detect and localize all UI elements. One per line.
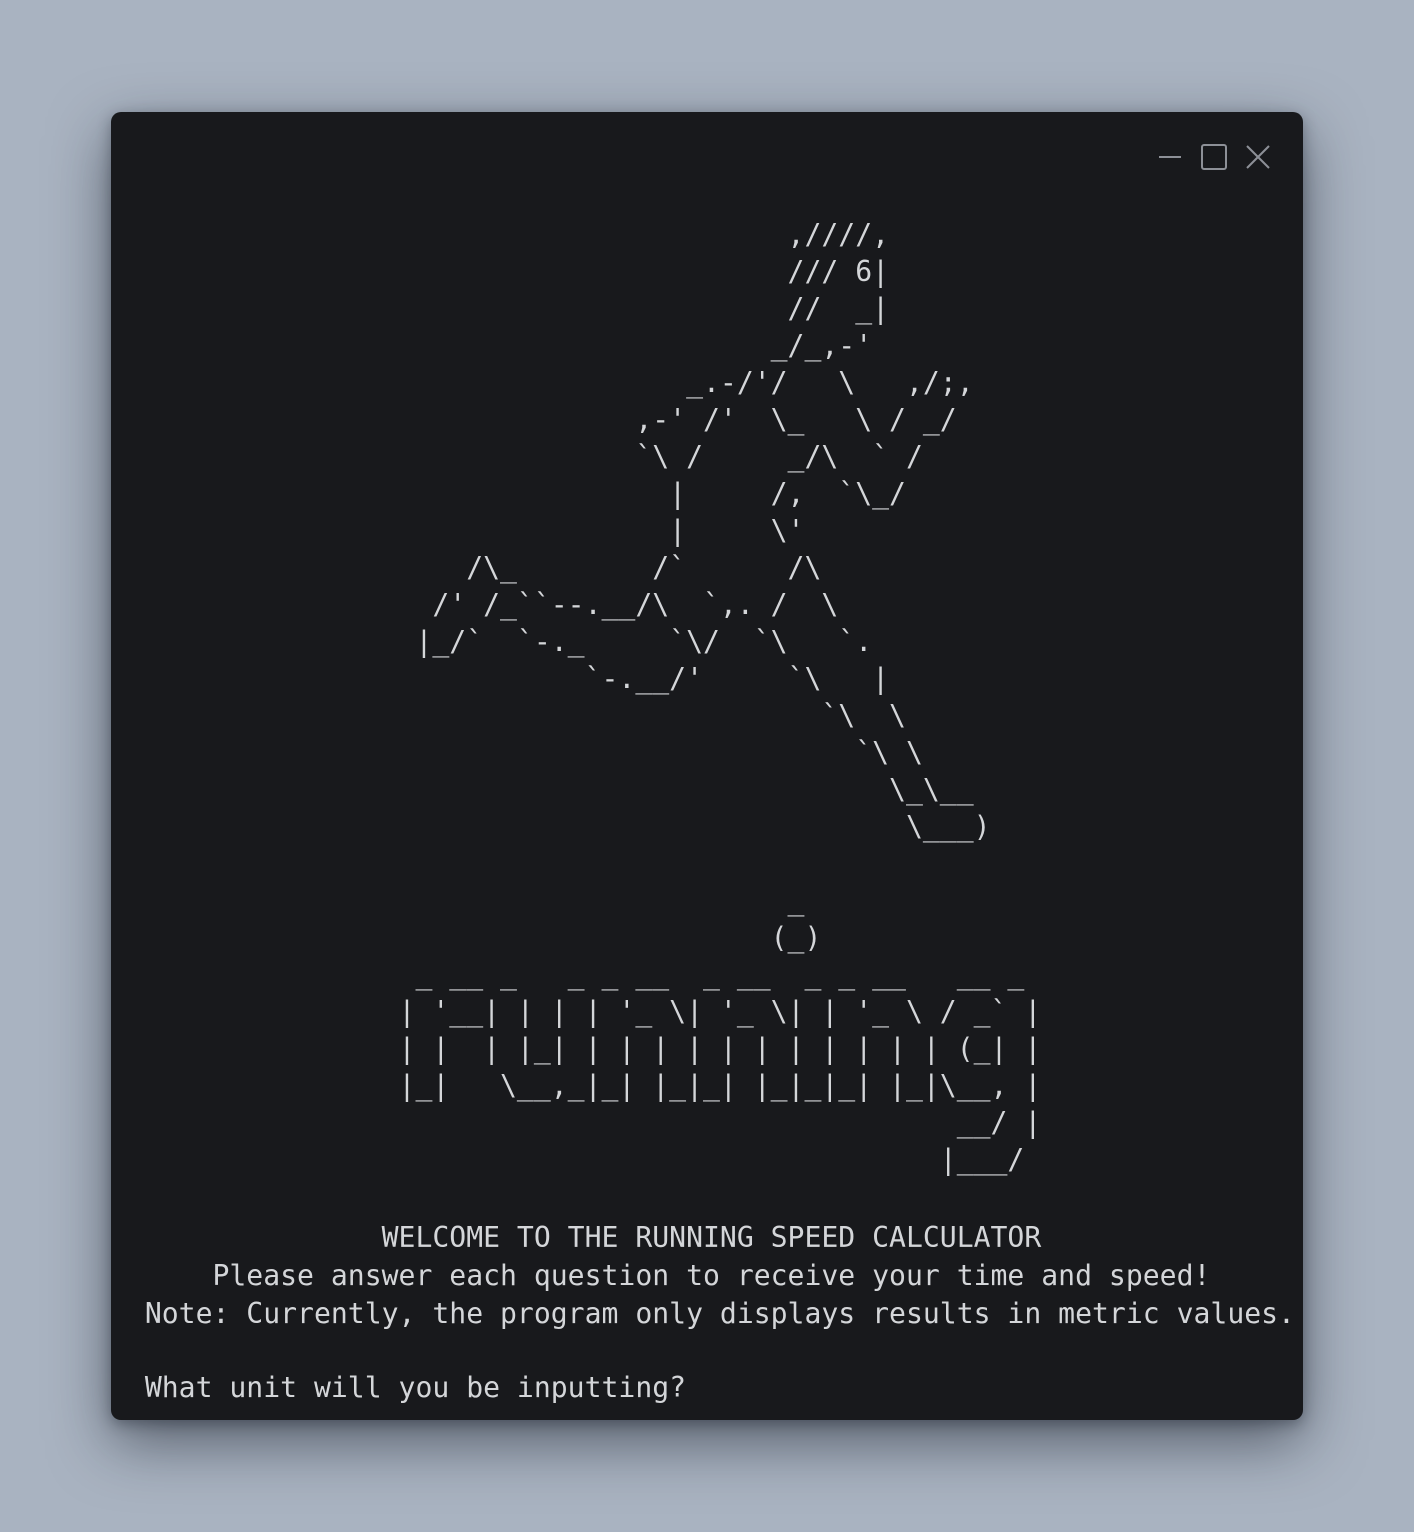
ascii-runner-line: /// 6| xyxy=(111,255,890,288)
ascii-runner-line: `\ / _/\ ` / xyxy=(111,440,923,473)
close-button[interactable] xyxy=(1243,142,1273,172)
instructions-text: Please answer each question to receive y… xyxy=(111,1259,1211,1292)
unit-prompt[interactable]: What unit will you be inputting? xyxy=(111,1369,686,1406)
window-controls xyxy=(1155,142,1273,172)
ascii-banner-line: | | | |_| | | | | | | | | | | | (_| | xyxy=(111,1032,1042,1065)
ascii-runner-line: _/_,-' xyxy=(111,329,873,362)
ascii-runner-line: \_\__ xyxy=(111,773,974,806)
ascii-runner-line: _.-/'/ \ ,/;, xyxy=(111,366,974,399)
welcome-heading: WELCOME TO THE RUNNING SPEED CALCULATOR xyxy=(111,1221,1042,1254)
note-text: Note: Currently, the program only displa… xyxy=(111,1297,1295,1330)
ascii-banner-line: (_) xyxy=(111,921,822,954)
ascii-runner-line: /' /_``--.__/\ `,. / \ xyxy=(111,588,839,621)
ascii-banner-line: _ __ _ _ _ __ _ __ _ _ __ __ _ xyxy=(111,958,1025,991)
minimize-icon xyxy=(1159,156,1181,158)
ascii-banner-line: |___/ xyxy=(111,1143,1025,1176)
close-icon xyxy=(1246,145,1270,169)
ascii-runner-line: `\ \ xyxy=(111,699,906,732)
ascii-runner-line: `\ \ xyxy=(111,736,923,769)
ascii-runner-line: `-.__/' `\ | xyxy=(111,662,890,695)
ascii-runner-line: | \' xyxy=(111,514,805,547)
ascii-runner-line: |_/` `-._ `\/ `\ `. xyxy=(111,625,873,658)
maximize-button[interactable] xyxy=(1199,142,1229,172)
terminal-window: ,////, /// 6| // _| _/_,-' _.-/'/ \ ,/;,… xyxy=(111,112,1303,1420)
ascii-runner-line: ,////, xyxy=(111,218,890,251)
ascii-runner-line: \___) xyxy=(111,810,991,843)
ascii-runner-line: /\_ /` /\ xyxy=(111,551,822,584)
ascii-banner-line: __/ | xyxy=(111,1106,1042,1139)
ascii-banner-line: | '__| | | | '_ \| '_ \| | '_ \ / _` | xyxy=(111,995,1042,1028)
ascii-banner-line: _ xyxy=(111,884,805,917)
minimize-button[interactable] xyxy=(1155,142,1185,172)
ascii-banner-line: |_| \__,_|_| |_|_| |_|_|_| |_|\__, | xyxy=(111,1069,1042,1102)
ascii-runner-line: // _| xyxy=(111,292,890,325)
ascii-runner-line: | /, `\_/ xyxy=(111,477,906,510)
maximize-icon xyxy=(1201,144,1227,170)
ascii-runner-line: ,-' /' \_ \ / _/ xyxy=(111,403,957,436)
